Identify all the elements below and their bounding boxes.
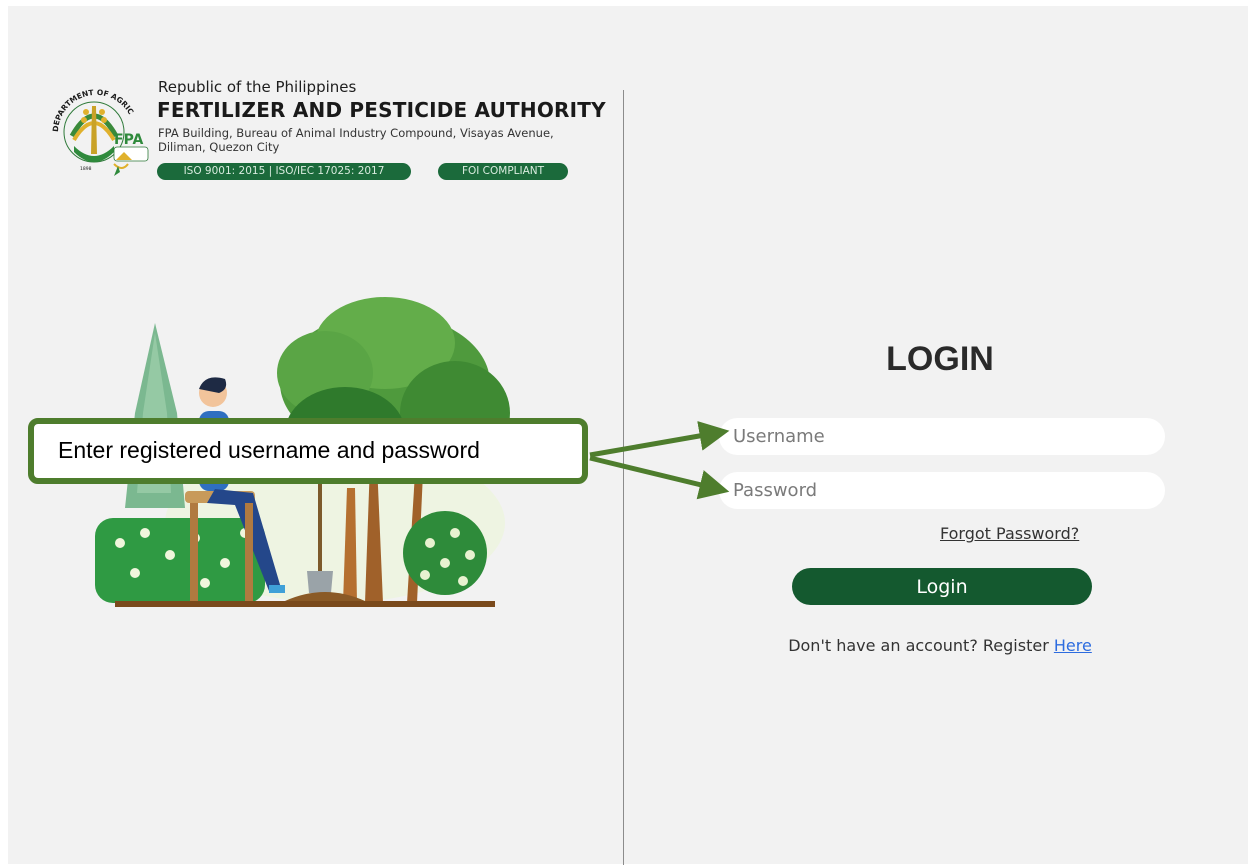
password-input[interactable] (719, 472, 1165, 509)
forgot-password-link[interactable]: Forgot Password? (940, 524, 1079, 543)
register-prompt-line: Don't have an account? Register Here (740, 636, 1140, 655)
foi-compliant-badge: FOI COMPLIANT (438, 163, 568, 180)
emblem-year: 1898 (80, 166, 92, 172)
register-here-link[interactable]: Here (1054, 636, 1092, 655)
header-agency-title: FERTILIZER AND PESTICIDE AUTHORITY (157, 98, 606, 122)
register-prompt-text: Don't have an account? Register (788, 636, 1054, 655)
username-input[interactable] (719, 418, 1165, 455)
login-title: LOGIN (886, 340, 994, 378)
login-button[interactable]: Login (792, 568, 1092, 605)
instruction-callout-text: Enter registered username and password (58, 437, 480, 463)
department-of-agriculture-emblem-icon: DEPARTMENT OF AGRICULTURE FPA 1898 (44, 76, 149, 176)
header-republic-text: Republic of the Philippines (158, 78, 357, 96)
vertical-divider (623, 90, 624, 865)
iso-certification-badge: ISO 9001: 2015 | ISO/IEC 17025: 2017 (157, 163, 411, 180)
header-address: FPA Building, Bureau of Animal Industry … (158, 126, 554, 154)
fpa-mark: FPA (114, 132, 144, 148)
